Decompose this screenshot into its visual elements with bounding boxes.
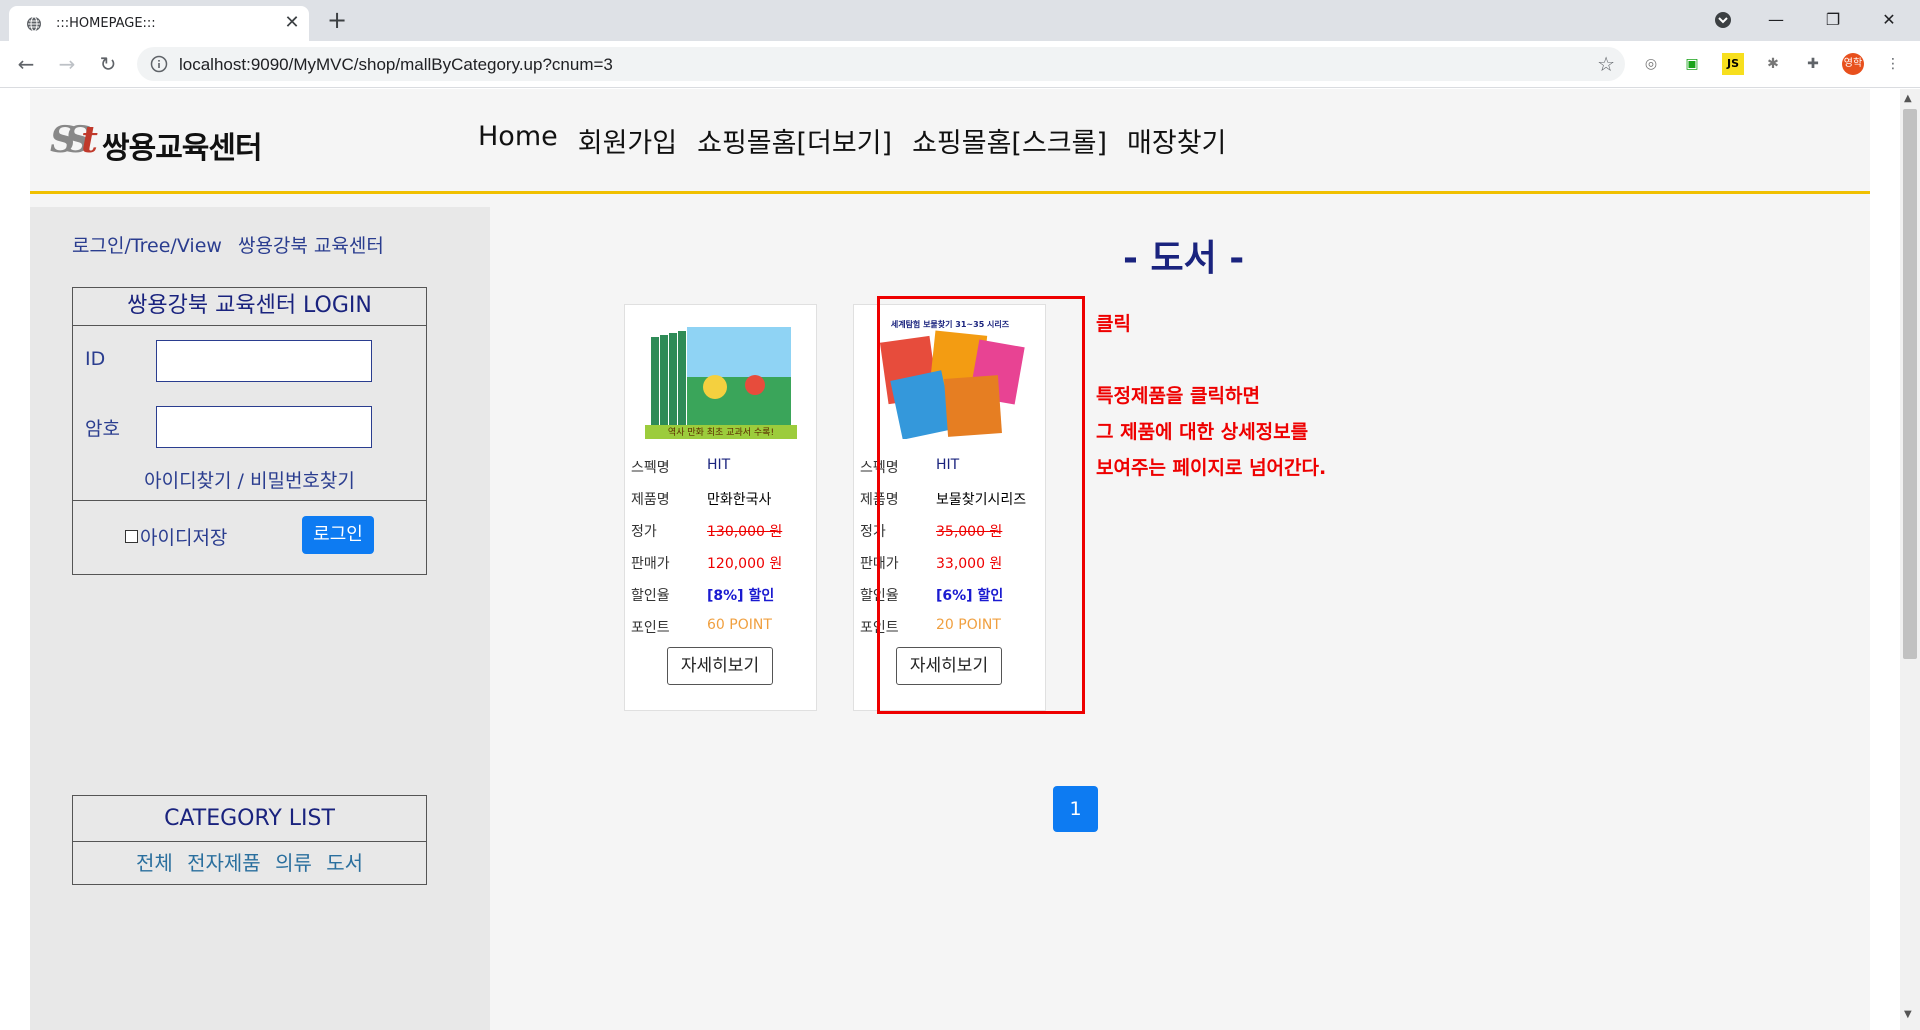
login-divider xyxy=(73,500,426,501)
new-tab-button[interactable]: + xyxy=(323,6,351,34)
login-title: 쌍용강북 교육센터 LOGIN xyxy=(73,288,426,326)
save-id-option[interactable]: 아이디저장 xyxy=(125,523,227,550)
category-all[interactable]: 전체 xyxy=(136,851,173,875)
logo-text: 쌍용교육센터 xyxy=(102,131,263,166)
annotation-click: 클릭 xyxy=(1096,313,1131,335)
minimize-button[interactable]: — xyxy=(1753,4,1799,36)
product-card[interactable]: 역사 만화 최초 교과서 수록! 스펙명 HIT 제품명 만화한국사 정가 130,0… xyxy=(624,304,817,711)
find-id-password-link[interactable]: 아이디찾기 / 비밀번호찾기 xyxy=(73,466,426,493)
pagination-page[interactable]: 1 xyxy=(1053,786,1098,832)
category-items: 전체 전자제품 의류 도서 xyxy=(73,842,426,884)
save-id-checkbox[interactable] xyxy=(125,530,138,543)
annotation-line: 특정제품을 클릭하면 xyxy=(1096,385,1260,407)
globe-icon xyxy=(27,16,41,32)
page-scrollbar[interactable]: ▲ ▼ xyxy=(1900,89,1920,1030)
category-list: CATEGORY LIST 전체 전자제품 의류 도서 xyxy=(72,795,427,885)
menu-kebab-icon[interactable]: ⋮ xyxy=(1882,53,1904,75)
browser-toolbar: ← → ↻ localhost:9090/MyMVC/shop/mallByCa… xyxy=(0,41,1920,88)
price-row: 정가 130,000 원 xyxy=(631,524,783,540)
sidebar: 로그인/Tree/View 쌍용강북 교육센터 쌍용강북 교육센터 LOGIN … xyxy=(30,207,490,1030)
category-list-title: CATEGORY LIST xyxy=(73,796,426,842)
site-header: SSt 쌍용교육센터 Home 회원가입 쇼핑몰홈[더보기] 쇼핑몰홈[스크롤]… xyxy=(30,89,1870,194)
id-label: ID xyxy=(85,348,106,370)
category-heading: - 도서 - xyxy=(1123,238,1245,279)
login-button[interactable]: 로그인 xyxy=(302,516,374,554)
nav-signup[interactable]: 회원가입 xyxy=(578,121,677,160)
browser-tab[interactable]: :::HOMEPAGE::: ✕ xyxy=(9,6,309,41)
bookmark-star-icon[interactable]: ☆ xyxy=(1597,52,1615,76)
page-viewport: SSt 쌍용교육센터 Home 회원가입 쇼핑몰홈[더보기] 쇼핑몰홈[스크롤]… xyxy=(0,89,1920,1030)
top-navigation: Home 회원가입 쇼핑몰홈[더보기] 쇼핑몰홈[스크롤] 매장찾기 xyxy=(478,121,1226,160)
nav-store-finder[interactable]: 매장찾기 xyxy=(1127,121,1226,160)
category-clothing[interactable]: 의류 xyxy=(275,851,312,875)
reload-icon[interactable]: ↻ xyxy=(94,50,122,78)
sidebar-links: 로그인/Tree/View 쌍용강북 교육센터 xyxy=(72,231,394,258)
spec-row: 스펙명 HIT xyxy=(631,457,731,476)
link-login-tree-view[interactable]: 로그인/Tree/View xyxy=(72,235,222,257)
sale-row: 판매가 120,000 원 xyxy=(631,556,783,572)
logo-mark: SSt xyxy=(50,119,97,161)
password-label: 암호 xyxy=(85,418,120,440)
tab-search-icon[interactable] xyxy=(1700,4,1746,36)
nav-shop-more[interactable]: 쇼핑몰홈[더보기] xyxy=(697,121,892,160)
view-detail-button[interactable]: 자세히보기 xyxy=(667,647,773,685)
save-id-label: 아이디저장 xyxy=(140,527,228,549)
url-text[interactable]: localhost:9090/MyMVC/shop/mallByCategory… xyxy=(179,55,613,75)
product-image[interactable]: 역사 만화 최초 교과서 수록! xyxy=(645,317,797,439)
tab-close-icon[interactable]: ✕ xyxy=(281,12,303,34)
browser-tabbar: :::HOMEPAGE::: ✕ + — ❐ ✕ xyxy=(0,0,1920,41)
annotation-line: 그 제품에 대한 상세정보를 xyxy=(1096,421,1309,443)
id-input[interactable] xyxy=(156,340,372,382)
tab-title: :::HOMEPAGE::: xyxy=(56,16,156,31)
scroll-down-icon[interactable]: ▼ xyxy=(1904,1009,1912,1020)
category-books[interactable]: 도서 xyxy=(326,851,363,875)
extension-icon[interactable]: ◎ xyxy=(1640,53,1662,75)
puzzle-extensions-icon[interactable]: ✚ xyxy=(1802,53,1824,75)
forward-arrow-icon[interactable]: → xyxy=(53,50,81,78)
nav-home[interactable]: Home xyxy=(478,121,558,160)
scrollbar-thumb[interactable] xyxy=(1903,109,1917,659)
password-input[interactable] xyxy=(156,406,372,448)
js-extension-icon[interactable]: JS xyxy=(1722,53,1744,75)
link-center-name[interactable]: 쌍용강북 교육센터 xyxy=(238,235,384,257)
product-image-caption: 역사 만화 최초 교과서 수록! xyxy=(668,427,774,438)
login-box: 쌍용강북 교육센터 LOGIN ID 암호 아이디찾기 / 비밀번호찾기 아이디… xyxy=(72,287,427,575)
info-icon[interactable] xyxy=(150,55,168,73)
name-row: 제품명 만화한국사 xyxy=(631,492,772,508)
rate-row: 할인율 [8%] 할인 xyxy=(631,588,775,604)
scroll-up-icon[interactable]: ▲ xyxy=(1904,93,1912,104)
restore-button[interactable]: ❐ xyxy=(1810,4,1856,36)
close-window-button[interactable]: ✕ xyxy=(1866,4,1912,36)
site-container: SSt 쌍용교육센터 Home 회원가입 쇼핑몰홈[더보기] 쇼핑몰홈[스크롤]… xyxy=(30,89,1870,1030)
category-electronics[interactable]: 전자제품 xyxy=(187,851,261,875)
profile-avatar[interactable]: 영학 xyxy=(1842,53,1864,75)
bug-extension-icon[interactable]: ✱ xyxy=(1762,53,1784,75)
back-arrow-icon[interactable]: ← xyxy=(12,50,40,78)
annotation-line: 보여주는 페이지로 넘어간다. xyxy=(1096,457,1327,479)
site-logo[interactable]: SSt 쌍용교육센터 xyxy=(50,119,300,166)
extension-green-icon[interactable]: ▣ xyxy=(1681,53,1703,75)
highlight-box xyxy=(877,296,1085,714)
point-row: 포인트 60 POINT xyxy=(631,617,772,636)
nav-shop-scroll[interactable]: 쇼핑몰홈[스크롤] xyxy=(912,121,1107,160)
address-bar[interactable]: localhost:9090/MyMVC/shop/mallByCategory… xyxy=(137,47,1625,81)
